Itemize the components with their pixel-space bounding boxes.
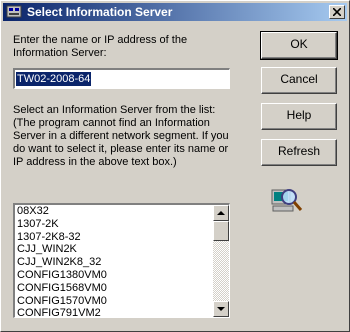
close-button[interactable] [329, 5, 345, 19]
scroll-up-arrow-icon [217, 211, 225, 215]
cancel-button[interactable]: Cancel [261, 67, 337, 94]
vertical-scrollbar[interactable] [213, 205, 229, 317]
server-list-item[interactable]: CONFIG1570VM0 [17, 295, 207, 308]
ok-button[interactable]: OK [260, 31, 338, 60]
refresh-button[interactable]: Refresh [261, 139, 337, 166]
server-list-item[interactable]: CJJ_WIN2K8_32 [17, 256, 207, 269]
dialog-window: Select Information Server Enter the name… [0, 0, 350, 332]
list-label-1: Select an Information Server from the li… [13, 104, 216, 116]
scroll-down-arrow-icon [217, 307, 225, 311]
list-label-2: (The program cannot find an Information [13, 117, 210, 129]
server-list-item[interactable]: CJJ_WIN2K [17, 243, 207, 256]
scroll-thumb[interactable] [213, 221, 229, 241]
list-label-4: do want to select it, please enter its n… [13, 143, 229, 155]
server-name-value: TW02-2008-64 [16, 72, 92, 86]
list-label-3: Server in a different network segment. I… [13, 130, 229, 142]
server-list-item[interactable]: 08X32 [17, 205, 207, 218]
window-title: Select Information Server [27, 5, 173, 19]
help-button[interactable]: Help [261, 103, 337, 130]
server-list: 08X32 1307-2K 1307-2K8-32 CJJ_WIN2K CJJ_WIN2… [17, 205, 207, 317]
server-list-item[interactable]: CONFIG1380VM0 [17, 269, 207, 282]
server-list-item[interactable]: CONFIG1568VM0 [17, 282, 207, 295]
server-list-item[interactable]: 1307-2K8-32 [17, 231, 207, 244]
server-listbox[interactable]: 08X32 1307-2K 1307-2K8-32 CJJ_WIN2K CJJ_WIN2… [13, 203, 230, 318]
server-name-input[interactable]: TW02-2008-64 [13, 68, 230, 89]
prompt-label-1: Enter the name or IP address of the [13, 34, 188, 46]
list-label-5: IP address in the above text box.) [13, 156, 177, 168]
close-icon [333, 8, 341, 16]
server-list-item[interactable]: 1307-2K [17, 218, 207, 231]
scroll-up-button[interactable] [213, 205, 229, 221]
prompt-label-2: Information Server: [13, 47, 107, 59]
scroll-down-button[interactable] [213, 301, 229, 317]
search-computer-icon [271, 184, 303, 216]
title-bar[interactable]: Select Information Server [3, 3, 347, 21]
app-icon [6, 4, 22, 20]
server-list-item[interactable]: CONFIG791VM2 [17, 307, 207, 317]
